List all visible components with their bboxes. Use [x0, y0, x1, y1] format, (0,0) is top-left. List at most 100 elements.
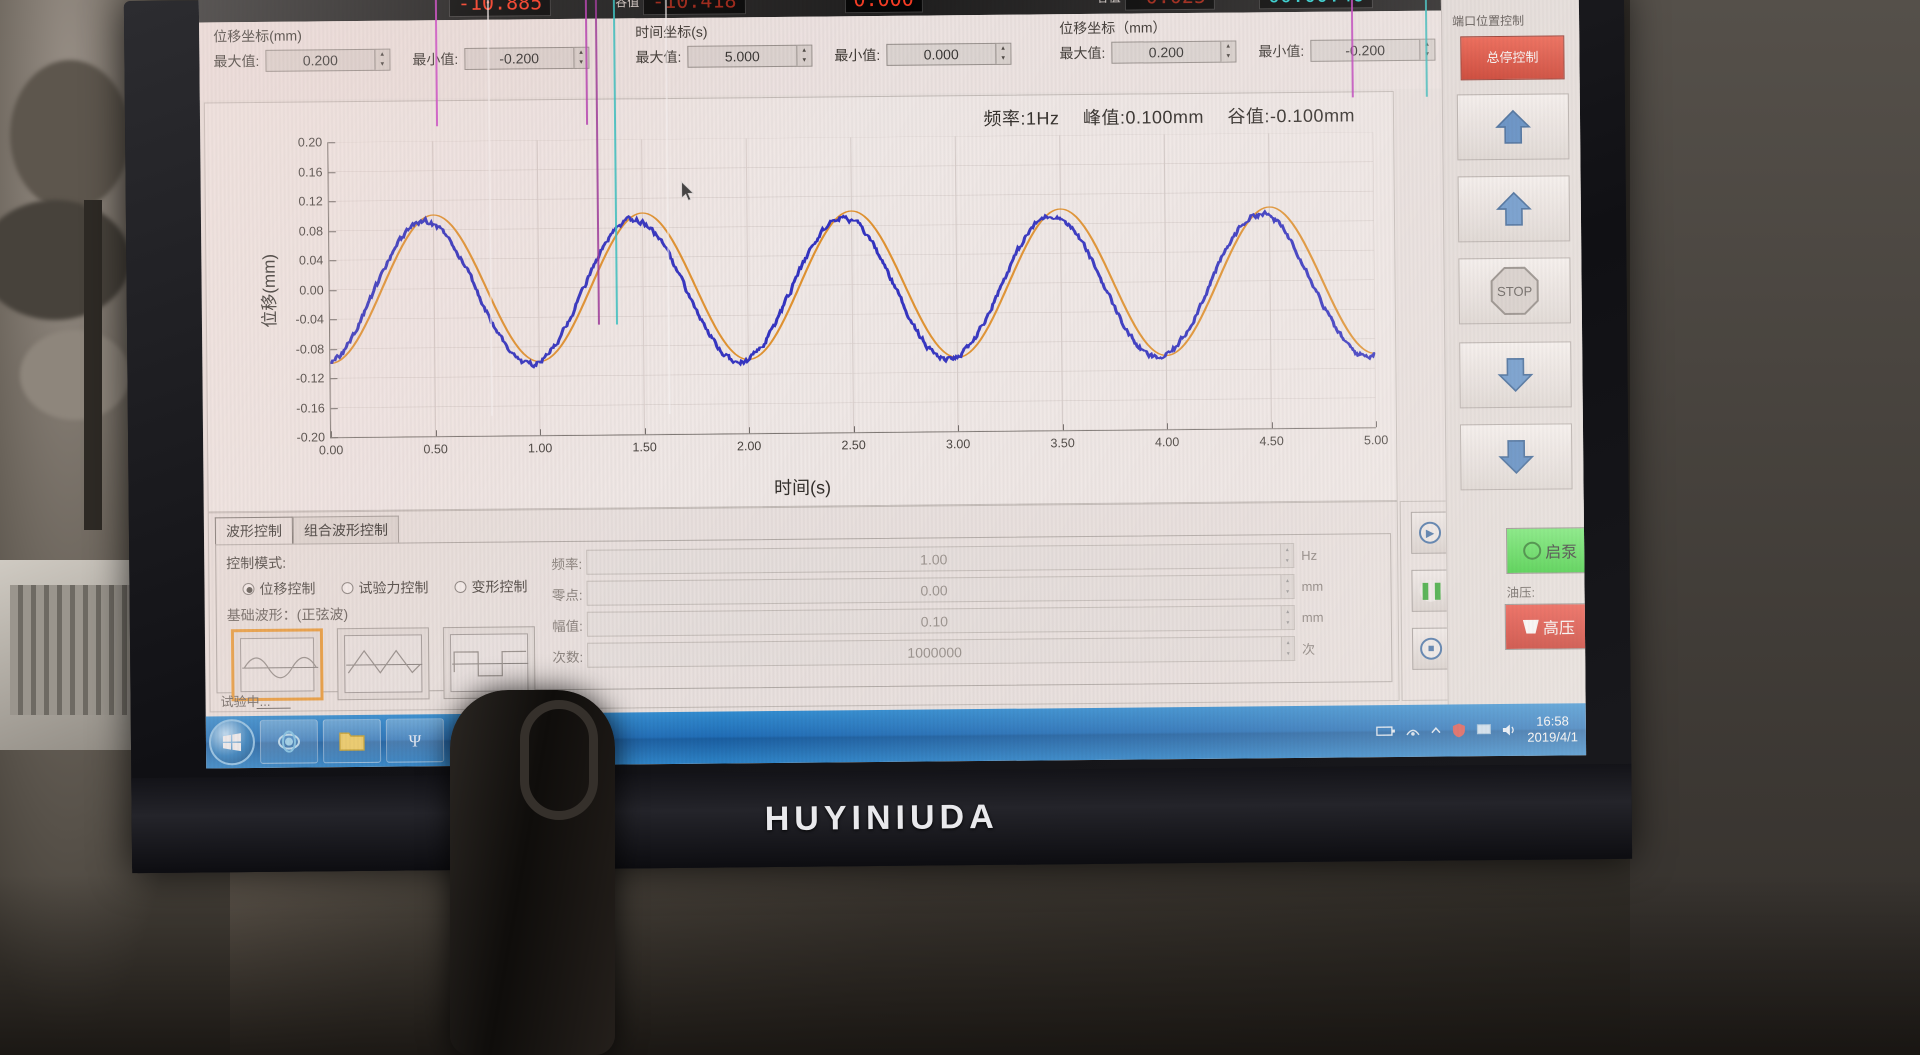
param-zero-field[interactable]: 0.00: [586, 574, 1282, 606]
radio-dot-icon: [242, 582, 255, 596]
time-max-arrows[interactable]: ▲ ▼: [796, 45, 812, 66]
radio-deformation-control[interactable]: 变形控制: [454, 576, 528, 597]
disp2-max-arrows[interactable]: ▲ ▼: [1220, 41, 1236, 62]
y-axis-tick-label: -0.16: [296, 400, 325, 416]
jog-up-button[interactable]: [1457, 175, 1571, 243]
disp2-max-spinner[interactable]: ▲▼: [1111, 40, 1237, 64]
y-axis-tick-mark: [330, 348, 338, 350]
disp2-min-spinner[interactable]: ▲▼: [1310, 38, 1436, 62]
disp-min-spinner[interactable]: ▲▼: [464, 46, 590, 70]
tab-combined-waveform-control[interactable]: 组合波形控制: [292, 515, 400, 545]
monitor-brand-strip: HUYINIUDA: [131, 763, 1633, 874]
displacement-coord-group: 位移坐标(mm) 最大值: ▲▼ 最小值: ▲▼: [213, 23, 590, 73]
waveform-control-panel: 波形控制 组合波形控制 控制模式: 位移控制 试验力控制 变形控制 基础波形：(…: [207, 501, 1400, 713]
y-axis-tick-mark: [328, 201, 336, 203]
jog-up-fast-button[interactable]: [1456, 93, 1570, 161]
shield-icon[interactable]: [1451, 722, 1467, 738]
square-wave-thumb[interactable]: [442, 626, 536, 700]
x-axis-tick-mark: [853, 426, 855, 433]
param-zero-unit: mm: [1301, 578, 1324, 594]
start-button[interactable]: [208, 718, 256, 766]
param-amplitude-field[interactable]: 0.10: [586, 605, 1282, 637]
hydraulic-button-group: 高压 低压: [1504, 602, 1587, 650]
param-cycles-field[interactable]: 1000000: [587, 636, 1283, 668]
hydraulic-high-label: 高压: [1542, 620, 1576, 638]
pump-start-button[interactable]: 启泵: [1505, 527, 1587, 574]
param-frequency-label: 频率:: [551, 556, 583, 572]
disp-max-arrows[interactable]: ▲ ▼: [374, 49, 390, 70]
x-axis-tick-label: 0.00: [318, 443, 344, 458]
clock-date: 2019/4/1: [1527, 729, 1579, 745]
emergency-stop-button[interactable]: 总停控制: [1460, 35, 1565, 81]
param-zero-spinner[interactable]: ▲ ▼: [1281, 574, 1295, 600]
y-axis-label: 位移(mm): [259, 253, 280, 328]
x-axis-tick-mark: [1166, 423, 1169, 430]
arrow-down-icon: [1497, 357, 1534, 393]
disp2-max-input[interactable]: [1112, 41, 1221, 63]
play-icon: ▶: [1418, 521, 1442, 544]
triangle-wave-thumb[interactable]: [336, 627, 430, 701]
network-icon[interactable]: [1405, 723, 1421, 739]
chart-info-line: 频率:1Hz 峰值:0.100mm 谷值:-0.100mm: [965, 101, 1355, 131]
x-axis-tick-mark: [539, 429, 542, 436]
disp-min-input[interactable]: [465, 47, 574, 69]
time-coord-title: 时间坐标(s): [635, 23, 708, 41]
screen-icon[interactable]: [1476, 722, 1492, 738]
arrow-up-icon: [1495, 191, 1532, 226]
coordinate-settings-band: 位移坐标(mm) 最大值: ▲▼ 最小值: ▲▼ 时间坐标(s): [199, 9, 1580, 101]
waveform-tab-body: 控制模式: 位移控制 试验力控制 变形控制 基础波形：(正弦波) 频率: 1.0…: [215, 533, 1393, 702]
chart-valley-text: 谷值:-0.100mm: [1227, 105, 1356, 127]
pump-start-icon: [1523, 541, 1542, 560]
background-floor-shadow: [0, 875, 1920, 1055]
tab-waveform-control[interactable]: 波形控制: [214, 516, 294, 546]
param-amplitude-spinner[interactable]: ▲ ▼: [1281, 605, 1295, 631]
chevron-up-icon[interactable]: [1430, 725, 1442, 737]
hydraulic-high-button[interactable]: 高压: [1504, 603, 1587, 650]
time-min-spinner[interactable]: ▲▼: [886, 42, 1012, 66]
param-frequency-field[interactable]: 1.00: [586, 543, 1282, 575]
radio-displacement-control[interactable]: 位移控制: [242, 578, 316, 599]
disp-max-input[interactable]: [266, 49, 375, 71]
emergency-stop-label: 总停控制: [1486, 49, 1539, 65]
folder-icon: [339, 732, 365, 751]
radio-force-control-label: 试验力控制: [358, 579, 429, 596]
ie-taskbar-item[interactable]: [259, 719, 319, 764]
taskbar-clock[interactable]: 16:58 2019/4/1: [1527, 713, 1578, 746]
time-max-spinner[interactable]: ▲▼: [687, 44, 813, 68]
time-min-arrows[interactable]: ▲ ▼: [995, 43, 1011, 64]
battery-icon[interactable]: [1376, 724, 1396, 738]
param-frequency-spinner[interactable]: ▲ ▼: [1281, 543, 1295, 569]
explorer-taskbar-item[interactable]: [322, 718, 382, 764]
time-min-label: 最小值:: [834, 46, 881, 64]
stop-jog-button[interactable]: STOP: [1458, 257, 1572, 325]
time-max-input[interactable]: [688, 45, 797, 67]
x-axis-tick-mark: [1062, 424, 1064, 431]
x-axis-tick-label: 3.00: [945, 437, 971, 452]
y-axis-tick-label: 0.04: [298, 253, 324, 268]
param-cycles-label: 次数:: [552, 649, 584, 665]
x-axis-tick-mark: [1375, 421, 1377, 428]
volume-icon[interactable]: [1501, 722, 1518, 738]
radio-force-control[interactable]: 试验力控制: [341, 577, 429, 598]
readout-timer: 00:00:46: [1258, 0, 1374, 10]
disp2-max-label: 最大值:: [1059, 44, 1106, 62]
x-axis-tick-label: 0.50: [423, 442, 448, 457]
y-axis-tick-label: 0.00: [299, 282, 324, 298]
x-axis-tick-mark: [330, 431, 333, 438]
param-frequency-unit: Hz: [1301, 547, 1318, 563]
param-cycles-spinner[interactable]: ▲ ▼: [1281, 636, 1296, 662]
svg-text:STOP: STOP: [1497, 284, 1532, 299]
x-axis-tick-label: 1.50: [632, 440, 657, 455]
y-axis-tick-mark: [329, 319, 337, 321]
disp2-min-input[interactable]: [1311, 39, 1420, 61]
pump-button-group: 启泵 停泵: [1505, 526, 1587, 574]
plot-svg: [328, 132, 1376, 438]
disp-max-spinner[interactable]: ▲▼: [265, 48, 391, 72]
jog-down-fast-button[interactable]: [1459, 423, 1573, 491]
app-taskbar-item[interactable]: Ψ: [385, 718, 445, 763]
radio-dot-icon: [341, 582, 354, 595]
jog-down-button[interactable]: [1459, 341, 1572, 409]
port-position-control-title: 端口位置控制: [1452, 13, 1525, 29]
time-min-input[interactable]: [887, 43, 996, 65]
y-axis-tick-mark: [330, 378, 338, 380]
